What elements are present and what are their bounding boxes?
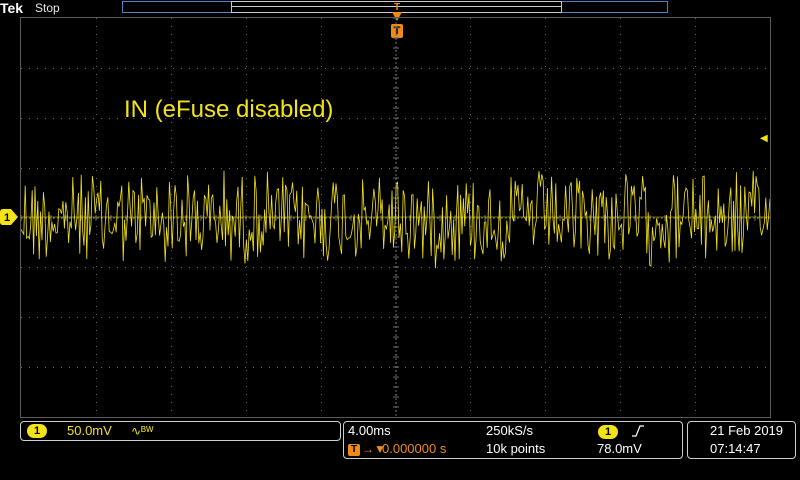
channel1-ground-marker[interactable]: 1 bbox=[0, 209, 18, 225]
svg-text:T: T bbox=[394, 2, 400, 13]
graticule bbox=[21, 18, 770, 417]
channel1-scale: 50.0mV bbox=[67, 423, 112, 438]
channel1-readout[interactable]: 1 50.0mV ∿ᴮᵂ bbox=[20, 421, 341, 441]
channel1-badge: 1 bbox=[27, 424, 47, 438]
bw-limit-icon: ∿ᴮᵂ bbox=[131, 424, 154, 438]
horizontal-trigger-readout[interactable]: 4.00ms 250kS/s T →▼ 0.000000 s 10k point… bbox=[343, 421, 683, 459]
time: 07:14:47 bbox=[710, 441, 761, 456]
trigger-source-badge: 1 bbox=[598, 425, 618, 439]
rising-edge-icon bbox=[632, 425, 644, 437]
trigger-delay: 0.000000 s bbox=[382, 441, 447, 456]
record-length: 10k points bbox=[486, 441, 546, 456]
time-per-division: 4.00ms bbox=[348, 423, 391, 438]
date: 21 Feb 2019 bbox=[710, 423, 784, 438]
channel1-waveform bbox=[21, 170, 770, 269]
trigger-level: 78.0mV bbox=[597, 441, 642, 456]
trigger-level-marker-icon[interactable]: ◀ bbox=[760, 134, 770, 144]
trigger-icon: T bbox=[348, 444, 360, 456]
sample-rate: 250kS/s bbox=[486, 423, 533, 438]
svg-text:1: 1 bbox=[4, 212, 10, 224]
waveform-annotation: IN (eFuse disabled) bbox=[124, 96, 334, 123]
tek-logo: Tek bbox=[0, 0, 24, 16]
waveform-display bbox=[20, 17, 771, 418]
datetime-readout: 21 Feb 2019 07:14:47 bbox=[687, 421, 796, 459]
acquisition-status: Stop bbox=[35, 1, 60, 15]
